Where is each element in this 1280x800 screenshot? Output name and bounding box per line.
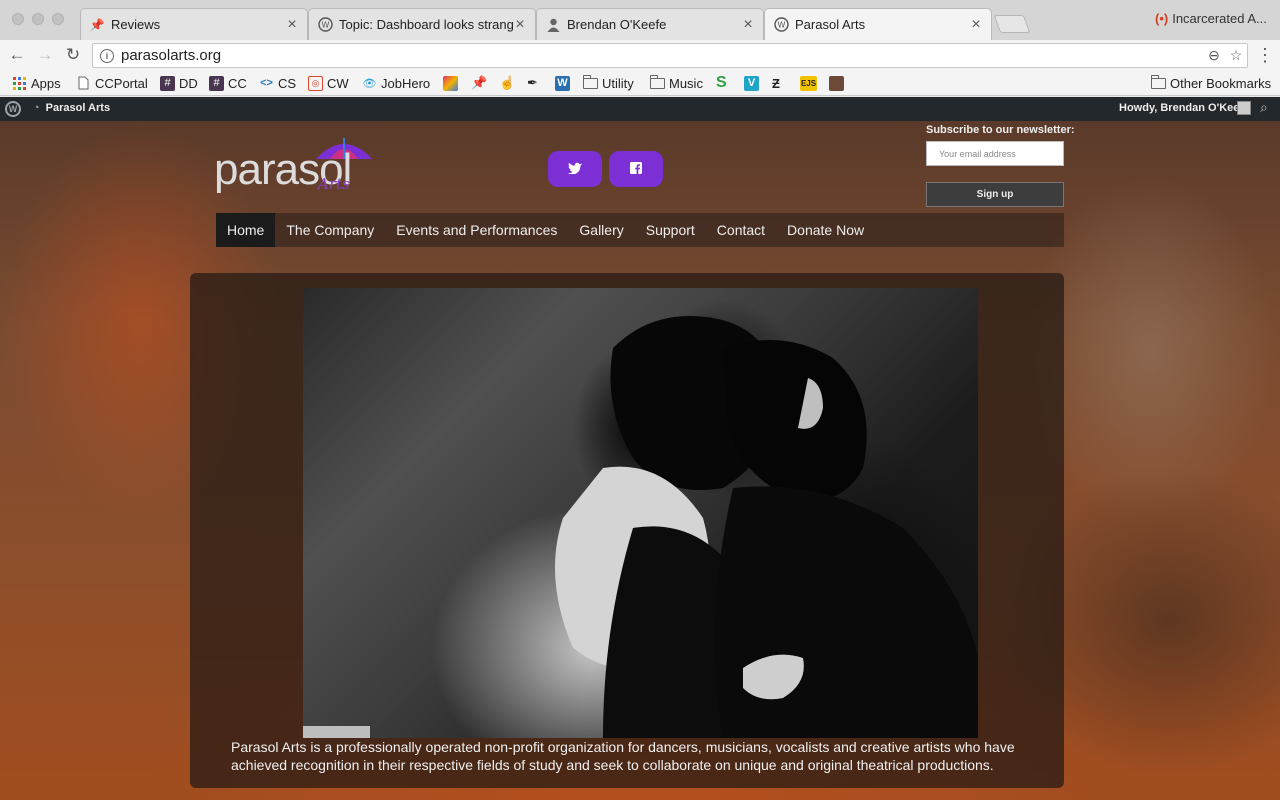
page-icon bbox=[76, 76, 91, 91]
close-icon[interactable]: × bbox=[285, 16, 299, 32]
browser-toolbar: ← → ↻ i parasolarts.org ⊖ ☆ ⋮ bbox=[0, 40, 1280, 70]
tab-title: Topic: Dashboard looks strang bbox=[339, 17, 513, 32]
close-icon[interactable]: × bbox=[969, 16, 983, 32]
hash-icon: # bbox=[160, 75, 175, 91]
tab-title: Reviews bbox=[111, 17, 161, 32]
tab-parasol-arts[interactable]: W Parasol Arts × bbox=[764, 8, 992, 40]
wp-admin-bar: W ◔ Parasol Arts Howdy, Brendan O'Keefe … bbox=[0, 97, 1280, 121]
v-bookmark-icon[interactable]: V bbox=[744, 74, 759, 92]
newsletter-label: Subscribe to our newsletter: bbox=[926, 124, 1075, 136]
tab-title: Brendan O'Keefe bbox=[567, 17, 667, 32]
admin-site-link[interactable]: ◔ Parasol Arts bbox=[33, 102, 110, 114]
code-icon: <> bbox=[260, 77, 273, 89]
bookmark-ccportal[interactable]: CCPortal bbox=[76, 74, 148, 92]
pin-icon[interactable]: 📌 bbox=[471, 74, 487, 92]
newsletter-form: Subscribe to our newsletter: Sign up bbox=[926, 124, 1075, 207]
svg-text:W: W bbox=[321, 21, 329, 30]
star-icon[interactable]: ☆ bbox=[1225, 47, 1247, 64]
howdy-user[interactable]: Howdy, Brendan O'Keefe bbox=[1119, 102, 1249, 114]
hero-photo bbox=[303, 288, 978, 738]
facebook-button[interactable] bbox=[609, 151, 663, 187]
wordpress-icon: W bbox=[317, 17, 333, 33]
profile-tab-label[interactable]: (•) Incarcerated A... bbox=[1155, 11, 1267, 26]
bookmark-music[interactable]: Music bbox=[649, 74, 703, 92]
back-arrow-icon[interactable]: ← bbox=[6, 44, 28, 66]
bookmark-jobhero[interactable]: 👁 JobHero bbox=[362, 74, 431, 92]
s-bookmark-icon[interactable]: S bbox=[716, 74, 727, 92]
z-bookmark-icon[interactable]: Ƶ bbox=[772, 74, 780, 92]
tab-strip: 📌 Reviews × W Topic: Dashboard looks str… bbox=[0, 0, 1280, 40]
intro-caption: Parasol Arts is a professionally operate… bbox=[231, 739, 1015, 773]
folder-icon bbox=[1150, 74, 1166, 89]
logo-subtitle: Arts bbox=[318, 175, 350, 193]
nav-item-company[interactable]: The Company bbox=[275, 213, 385, 247]
avatar[interactable] bbox=[1237, 101, 1251, 115]
nav-item-home[interactable]: Home bbox=[216, 213, 276, 247]
hash-icon: # bbox=[209, 75, 224, 91]
url-text[interactable]: parasolarts.org bbox=[121, 47, 1203, 64]
main-nav: Home The Company Events and Performances… bbox=[216, 213, 1064, 247]
close-icon[interactable]: × bbox=[741, 16, 755, 32]
tab-brendan[interactable]: Brendan O'Keefe × bbox=[536, 8, 764, 40]
close-icon[interactable]: × bbox=[513, 16, 527, 32]
pin-icon: 📌 bbox=[89, 17, 105, 32]
progress-bar bbox=[303, 726, 370, 738]
bookmark-apps[interactable]: Apps bbox=[12, 74, 61, 92]
nav-item-gallery[interactable]: Gallery bbox=[568, 213, 634, 247]
bookmark-dd[interactable]: # DD bbox=[160, 74, 198, 92]
search-icon[interactable]: ⌕ bbox=[1260, 99, 1268, 116]
folder-icon bbox=[582, 74, 598, 89]
tab-topic[interactable]: W Topic: Dashboard looks strang × bbox=[308, 8, 536, 40]
bookmarks-bar: Apps CCPortal # DD # CC <> CS ◎ CW 👁 Job… bbox=[0, 70, 1280, 96]
nav-item-events[interactable]: Events and Performances bbox=[385, 213, 568, 247]
new-tab-button[interactable] bbox=[993, 15, 1031, 33]
tab-title: Parasol Arts bbox=[795, 17, 866, 32]
eye-icon: 👁 bbox=[362, 77, 377, 90]
twitter-button[interactable] bbox=[548, 151, 602, 187]
window-minimize-button[interactable] bbox=[32, 13, 44, 25]
recording-icon: (•) bbox=[1155, 11, 1169, 26]
site-logo[interactable]: parasol Arts bbox=[214, 135, 379, 199]
colorful-bookmark-icon[interactable] bbox=[443, 74, 458, 92]
content-panel: Parasol Arts is a professionally operate… bbox=[190, 273, 1064, 788]
window-close-button[interactable] bbox=[12, 13, 24, 25]
ejs-bookmark-icon[interactable]: EJS bbox=[800, 74, 817, 92]
svg-text:W: W bbox=[777, 21, 785, 30]
bookmark-cs[interactable]: <> CS bbox=[259, 74, 296, 92]
dancers-illustration bbox=[555, 316, 978, 738]
tab-reviews[interactable]: 📌 Reviews × bbox=[80, 8, 308, 40]
bookmark-cw[interactable]: ◎ CW bbox=[308, 74, 349, 92]
zoom-icon[interactable]: ⊖ bbox=[1203, 47, 1225, 64]
wordpress-icon: W bbox=[773, 17, 789, 33]
sign-up-button[interactable]: Sign up bbox=[926, 182, 1064, 207]
facebook-icon bbox=[630, 161, 642, 177]
info-icon[interactable]: i bbox=[100, 48, 114, 63]
address-bar[interactable]: i parasolarts.org ⊖ ☆ bbox=[92, 43, 1248, 68]
person-icon bbox=[545, 17, 561, 33]
folder-icon bbox=[649, 74, 665, 89]
window-zoom-button[interactable] bbox=[52, 13, 64, 25]
bookmark-other[interactable]: Other Bookmarks bbox=[1150, 74, 1271, 92]
wordpress-icon[interactable]: W bbox=[5, 101, 21, 117]
email-field[interactable] bbox=[926, 141, 1064, 166]
quill-icon[interactable]: ✒ bbox=[527, 74, 538, 92]
twitter-icon bbox=[568, 161, 582, 177]
reload-icon[interactable]: ↻ bbox=[62, 44, 84, 66]
forward-arrow-icon[interactable]: → bbox=[34, 44, 56, 66]
nav-item-donate[interactable]: Donate Now bbox=[776, 213, 875, 247]
apps-grid-icon bbox=[12, 76, 27, 91]
bookmark-utility[interactable]: Utility bbox=[582, 74, 634, 92]
bookmark-cc[interactable]: # CC bbox=[209, 74, 247, 92]
nav-item-contact[interactable]: Contact bbox=[706, 213, 776, 247]
nav-item-support[interactable]: Support bbox=[635, 213, 706, 247]
avatar-bookmark-icon[interactable] bbox=[829, 74, 844, 92]
menu-kebab-icon[interactable]: ⋮ bbox=[1256, 45, 1274, 65]
cw-icon: ◎ bbox=[308, 75, 323, 91]
hand-icon[interactable]: ☝ bbox=[499, 74, 515, 92]
site-page: parasol Arts Subscribe to our newsletter… bbox=[0, 121, 1280, 800]
wordpress-icon[interactable]: W bbox=[555, 74, 570, 92]
dashboard-icon: ◔ bbox=[33, 102, 40, 114]
